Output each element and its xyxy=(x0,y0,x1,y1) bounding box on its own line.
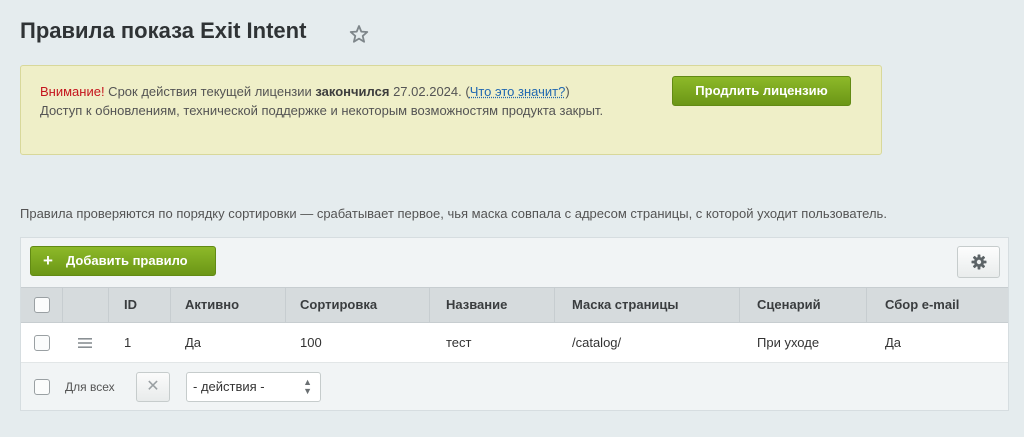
column-header-mask[interactable]: Маска страницы xyxy=(555,288,740,322)
column-header-sort[interactable]: Сортировка xyxy=(286,288,430,322)
license-notice: Внимание! Срок действия текущей лицензии… xyxy=(20,65,882,155)
row-checkbox[interactable] xyxy=(34,335,50,351)
plus-icon: + xyxy=(43,251,53,270)
grid-settings-button[interactable] xyxy=(957,246,1000,278)
column-header-id[interactable]: ID xyxy=(109,288,171,322)
gear-icon xyxy=(971,254,987,270)
close-icon: ✕ xyxy=(146,378,160,395)
cell-sort: 100 xyxy=(300,335,322,350)
select-all-checkbox[interactable] xyxy=(34,297,50,313)
group-actions-select[interactable]: - действия - ▲ ▼ xyxy=(186,372,321,402)
table-header: ID Активно Сортировка Название Маска стр… xyxy=(21,287,1008,323)
cell-scenario: При уходе xyxy=(757,335,820,350)
column-header-active[interactable]: Активно xyxy=(171,288,286,322)
header-drag-cell xyxy=(63,288,109,322)
notice-after-link: ) xyxy=(565,84,570,99)
notice-expired-word: закончился xyxy=(315,84,390,99)
cell-id: 1 xyxy=(124,335,132,350)
notice-line2: Доступ к обновлениям, технической поддер… xyxy=(40,103,604,118)
clear-selection-button[interactable]: ✕ xyxy=(136,372,170,402)
add-rule-label: Добавить правило xyxy=(66,253,188,268)
drag-handle-icon[interactable] xyxy=(78,337,92,349)
column-header-email[interactable]: Сбор e-mail xyxy=(867,288,1008,322)
header-checkbox-cell xyxy=(21,288,63,322)
cell-email: Да xyxy=(885,335,902,350)
warning-label: Внимание! xyxy=(40,84,105,99)
what-does-it-mean-link[interactable]: Что это значит? xyxy=(470,84,566,99)
info-text: Правила проверяются по порядку сортировк… xyxy=(20,206,887,221)
add-rule-button[interactable]: + Добавить правило xyxy=(30,246,216,276)
cell-mask: /catalog/ xyxy=(572,335,622,350)
notice-text-before: Срок действия текущей лицензии xyxy=(104,84,316,99)
rules-grid: + Добавить правило ID Активно Сортировка… xyxy=(20,237,1009,411)
column-header-name[interactable]: Название xyxy=(430,288,555,322)
page-title: Правила показа Exit Intent xyxy=(20,18,307,43)
license-notice-text: Внимание! Срок действия текущей лицензии… xyxy=(40,82,630,120)
select-arrows-icon: ▲ ▼ xyxy=(303,377,312,396)
actions-select-value: - действия - xyxy=(193,379,265,394)
for-all-label: Для всех xyxy=(65,380,115,394)
for-all-checkbox[interactable] xyxy=(34,379,50,395)
column-header-scenario[interactable]: Сценарий xyxy=(740,288,867,322)
renew-license-button[interactable]: Продлить лицензию xyxy=(672,76,851,106)
cell-name: тест xyxy=(446,335,472,350)
table-row[interactable]: 1 Да 100 тест /catalog/ При уходе Да xyxy=(21,323,1008,363)
notice-date: 27.02.2024. ( xyxy=(389,84,470,99)
star-icon[interactable] xyxy=(349,24,369,49)
cell-active: Да xyxy=(185,335,202,350)
group-actions-bar: Для всех ✕ - действия - ▲ ▼ xyxy=(21,363,1008,410)
